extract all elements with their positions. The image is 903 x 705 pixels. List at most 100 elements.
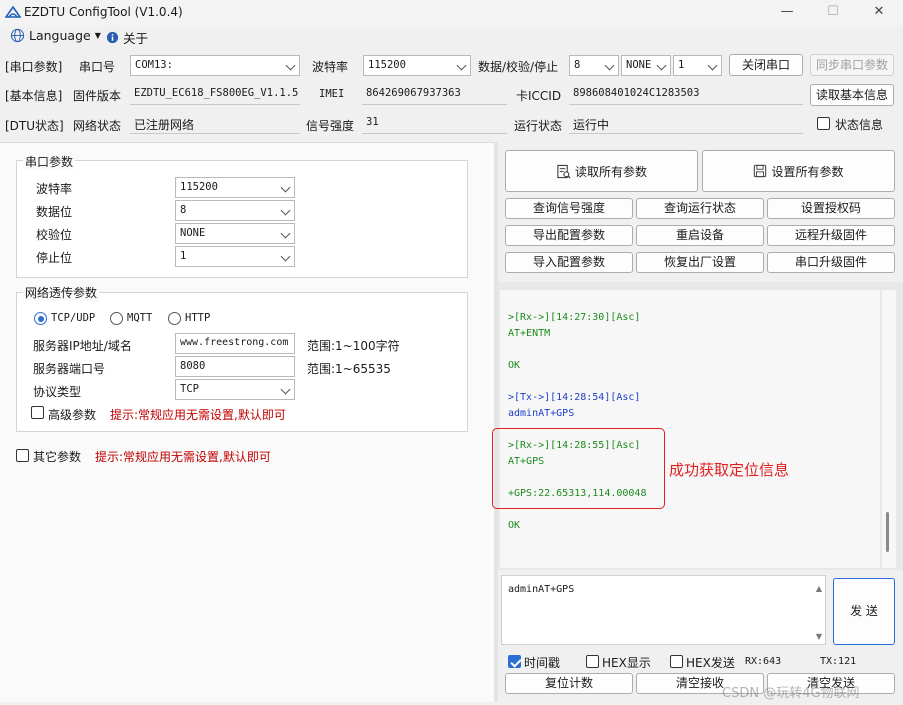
sp-baud-value: 115200 [180, 181, 218, 193]
restart-device-button[interactable]: 重启设备 [636, 225, 764, 246]
console-line: >[Tx->][14:28:54][Asc] [508, 392, 641, 403]
sync-serial-params-button[interactable]: 同步串口参数 [810, 54, 894, 76]
network-status-label: 网络状态 [73, 119, 122, 133]
parity-value: NONE [626, 59, 652, 71]
hex-send-label: HEX发送 [686, 656, 735, 670]
close-button[interactable]: ✕ [856, 2, 902, 24]
other-params-checkbox[interactable] [16, 449, 29, 462]
chevron-down-icon [285, 60, 296, 71]
sp-data-bits-select[interactable]: 8 [175, 200, 295, 221]
advanced-params-label: 高级参数 [48, 408, 97, 422]
scroll-down-icon[interactable]: ▼ [816, 632, 822, 641]
console-line: AT+ENTM [508, 328, 551, 339]
menu-language[interactable]: Language ▼ [10, 28, 101, 43]
hex-send-checkbox[interactable] [670, 655, 683, 668]
annotation-box [492, 428, 665, 509]
actions-panel: 读取所有参数 设置所有参数 查询信号强度 查询运行状态 设置授权码 导出配置参数… [498, 142, 903, 282]
sp-baud-label: 波特率 [36, 182, 73, 196]
status-info-label: 状态信息 [835, 118, 884, 132]
console-line: OK [508, 360, 521, 371]
signal-label: 信号强度 [306, 119, 355, 133]
protocol-http-radio[interactable] [168, 312, 181, 325]
sp-data-bits-label: 数据位 [36, 205, 73, 219]
serial-params-title: 串口参数 [23, 153, 76, 170]
sp-stop-bits-value: 1 [180, 250, 187, 262]
set-auth-code-button[interactable]: 设置授权码 [767, 198, 895, 219]
protocol-mqtt-radio[interactable] [110, 312, 123, 325]
menu-about-label: 关于 [123, 31, 149, 46]
import-config-button[interactable]: 导入配置参数 [505, 252, 633, 273]
send-input-text: adminAT+GPS [508, 584, 575, 595]
title-bar: EZDTU ConfigTool (V1.0.4) — ☐ ✕ [0, 0, 903, 26]
port-select[interactable]: COM13: [130, 55, 300, 76]
rx-counter: RX:643 [745, 656, 782, 667]
baud-select-value: 115200 [368, 59, 406, 71]
sp-parity-value: NONE [180, 227, 206, 239]
sp-stop-bits-select[interactable]: 1 [175, 246, 295, 267]
read-basic-info-button[interactable]: 读取基本信息 [810, 84, 894, 106]
network-status-value: 已注册网络 [130, 113, 300, 134]
watermark: CSDN @玩转4G物联网 [722, 686, 860, 701]
chevron-down-icon [280, 251, 291, 262]
proto-type-select[interactable]: TCP [175, 379, 295, 400]
maximize-button[interactable]: ☐ [810, 2, 856, 24]
chevron-down-icon [280, 384, 291, 395]
protocol-tcp-label: TCP/UDP [51, 312, 96, 324]
annotation-text: 成功获取定位信息 [669, 461, 790, 479]
query-signal-button[interactable]: 查询信号强度 [505, 198, 633, 219]
factory-reset-button[interactable]: 恢复出厂设置 [636, 252, 764, 273]
window-title: EZDTU ConfigTool (V1.0.4) [24, 5, 183, 19]
serial-upgrade-button[interactable]: 串口升级固件 [767, 252, 895, 273]
remote-upgrade-button[interactable]: 远程升级固件 [767, 225, 895, 246]
imei-value: 864269067937363 [362, 84, 507, 105]
tx-counter: TX:121 [820, 656, 857, 667]
sp-parity-label: 校验位 [36, 228, 73, 242]
menu-about[interactable]: 关于 [106, 28, 148, 47]
globe-icon [10, 28, 25, 43]
chevron-down-icon [656, 60, 667, 71]
chevron-down-icon [280, 205, 291, 216]
menu-language-label: Language [29, 28, 91, 43]
hex-display-checkbox[interactable] [586, 655, 599, 668]
chevron-down-icon [456, 60, 467, 71]
send-button[interactable]: 发 送 [833, 578, 895, 645]
firmware-value: EZDTU_EC618_FS800EG_V1.1.5 [130, 84, 300, 105]
advanced-params-checkbox[interactable] [31, 406, 44, 419]
timestamp-label: 时间戳 [524, 656, 561, 670]
port-label: 串口号 [79, 60, 116, 74]
port-range-hint: 范围:1~65535 [307, 362, 391, 376]
timestamp-checkbox[interactable] [508, 655, 521, 668]
protocol-tcp-radio[interactable] [34, 312, 47, 325]
send-input[interactable]: adminAT+GPS ▲ ▼ [501, 575, 826, 645]
dcs-label: 数据/校验/停止 [478, 60, 559, 74]
stop-bits-select[interactable]: 1 [673, 55, 722, 76]
status-info-checkbox[interactable] [817, 117, 830, 130]
minimize-button[interactable]: — [764, 2, 810, 24]
close-port-button[interactable]: 关闭串口 [729, 54, 803, 76]
set-all-params-button[interactable]: 设置所有参数 [702, 150, 895, 192]
advanced-params-hint: 提示:常规应用无需设置,默认即可 [110, 408, 286, 422]
server-label: 服务器IP地址/域名 [33, 339, 132, 353]
parity-select[interactable]: NONE [621, 55, 671, 76]
query-run-status-button[interactable]: 查询运行状态 [636, 198, 764, 219]
caret-down-icon: ▼ [94, 31, 101, 40]
console-scroll-thumb[interactable] [886, 512, 889, 552]
read-all-params-button[interactable]: 读取所有参数 [505, 150, 698, 192]
console-line: adminAT+GPS [508, 408, 575, 419]
scroll-up-icon[interactable]: ▲ [816, 584, 822, 593]
net-params-title: 网络透传参数 [23, 284, 100, 301]
data-bits-select[interactable]: 8 [569, 55, 619, 76]
console-line: OK [508, 520, 521, 531]
iccid-value: 898608401024C1283503 [569, 84, 803, 105]
baud-select[interactable]: 115200 [363, 55, 471, 76]
app-logo-icon [5, 5, 21, 18]
reset-count-button[interactable]: 复位计数 [505, 673, 633, 694]
sp-parity-select[interactable]: NONE [175, 223, 295, 244]
console-scrollbar[interactable] [882, 290, 896, 568]
server-port-input[interactable]: 8080 [175, 356, 295, 377]
chevron-down-icon [280, 182, 291, 193]
server-input[interactable]: www.freestrong.com [175, 333, 295, 354]
chevron-down-icon [707, 60, 718, 71]
export-config-button[interactable]: 导出配置参数 [505, 225, 633, 246]
sp-baud-select[interactable]: 115200 [175, 177, 295, 198]
